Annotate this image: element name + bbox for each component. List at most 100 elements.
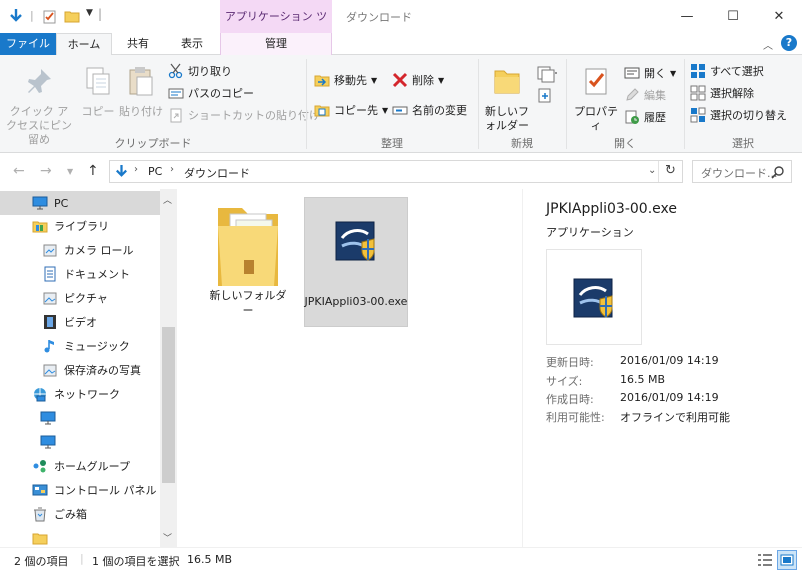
paste-icon (129, 67, 153, 96)
nav-item-music[interactable]: ミュージック (42, 334, 130, 358)
large-icons-view-button[interactable] (777, 550, 797, 570)
nav-item-videos[interactable]: ビデオ (42, 310, 97, 334)
move-to-icon (314, 75, 330, 87)
back-arrow-icon[interactable]: ← (13, 163, 25, 179)
address-dropdown-icon[interactable]: ⌄ (648, 165, 656, 176)
copy-to-button[interactable]: コピー先 ▼ (314, 100, 388, 120)
select-none-button[interactable]: 選択解除 (690, 83, 754, 103)
select-none-icon (690, 85, 706, 101)
breadcrumb-separator-icon[interactable]: › (170, 164, 174, 175)
history-icon (625, 110, 639, 124)
scroll-up-icon[interactable]: ︿ (163, 193, 172, 206)
rename-button[interactable]: 名前の変更 (392, 100, 467, 120)
camera-roll-icon (43, 244, 57, 257)
edit-button[interactable]: 編集 (624, 85, 666, 105)
edit-pencil-icon (626, 88, 639, 101)
monitor-icon (32, 196, 48, 210)
new-folder-icon[interactable] (64, 8, 80, 24)
recent-locations-icon[interactable]: ▼ (67, 167, 73, 176)
forward-arrow-icon[interactable]: → (40, 163, 52, 179)
select-all-button[interactable]: すべて選択 (690, 61, 764, 81)
folder-icon (32, 533, 48, 545)
detail-key: サイズ: (546, 375, 583, 388)
status-size: 16.5 MB (187, 553, 233, 566)
scroll-down-icon[interactable]: ﹀ (163, 531, 172, 544)
new-item-button[interactable] (536, 65, 558, 86)
invert-selection-label: 選択の切り替え (710, 109, 787, 122)
download-arrow-icon[interactable] (8, 8, 24, 24)
nav-scrollbar-thumb[interactable] (162, 327, 175, 483)
nav-label: ライブラリ (54, 220, 109, 233)
easy-access-button[interactable] (536, 87, 558, 108)
breadcrumb-downloads[interactable]: ダウンロード (184, 165, 250, 181)
detail-value: 2016/01/09 14:19 (620, 354, 719, 367)
customize-qat-icon[interactable]: ▼ (86, 8, 93, 18)
tab-home[interactable]: ホーム (56, 33, 112, 56)
up-arrow-icon[interactable]: ↑ (87, 163, 99, 179)
ribbon: クイック アクセスにピン留め コピー 貼り付け 切り取り パスのコピー ショート… (0, 55, 802, 153)
nav-item-network-computer-1[interactable] (40, 406, 62, 430)
address-bar[interactable]: › PC › ダウンロード ⌄ ↻ (109, 160, 683, 183)
nav-item-pictures[interactable]: ピクチャ (42, 286, 108, 310)
maximize-button[interactable]: ☐ (710, 0, 756, 33)
open-button[interactable]: 開く ▼ (624, 63, 676, 83)
cut-button[interactable]: 切り取り (168, 61, 232, 81)
tab-manage[interactable]: 管理 (220, 33, 332, 55)
open-label: 開く (644, 67, 666, 80)
dropdown-arrow-icon: ▼ (438, 75, 445, 85)
nav-item-network-computer-2[interactable] (40, 430, 62, 454)
paste-shortcut-icon (170, 108, 182, 123)
video-film-icon (44, 315, 56, 329)
tab-view[interactable]: 表示 (164, 33, 220, 55)
nav-item-camera-roll[interactable]: カメラ ロール (42, 238, 134, 262)
details-view-icon[interactable] (757, 552, 773, 568)
history-button[interactable]: 履歴 (624, 107, 666, 127)
file-item-folder[interactable]: 新しいフォルダー (206, 200, 290, 318)
ribbon-collapse-icon[interactable]: ︿ (763, 37, 773, 52)
tab-file[interactable]: ファイル (0, 33, 56, 55)
rename-icon (392, 106, 408, 115)
nav-item-documents[interactable]: ドキュメント (42, 262, 130, 286)
properties-check-icon[interactable] (42, 8, 58, 24)
close-button[interactable]: ✕ (756, 0, 802, 33)
paste-shortcut-button[interactable]: ショートカットの貼り付け (168, 105, 320, 125)
dropdown-arrow-icon: ▼ (371, 75, 378, 85)
context-tab-header: アプリケーション ツール (220, 0, 332, 57)
nav-item-homegroup[interactable]: ホームグループ (32, 454, 130, 478)
nav-item-control-panel[interactable]: コントロール パネル (32, 478, 157, 502)
new-folder-icon (494, 70, 520, 94)
search-icon[interactable] (771, 165, 785, 179)
copy-path-button[interactable]: パスのコピー (168, 83, 254, 103)
properties-button[interactable]: プロパティ (570, 65, 622, 133)
history-label: 履歴 (644, 111, 666, 124)
search-box[interactable]: ダウンロード... (692, 160, 792, 183)
copy-button[interactable]: コピー (80, 65, 116, 119)
large-icons-view-icon (780, 554, 794, 566)
properties-label: プロパティ (574, 105, 618, 132)
homegroup-icon (33, 460, 46, 473)
refresh-icon[interactable]: ↻ (665, 163, 676, 178)
delete-button[interactable]: 削除 ▼ (392, 70, 444, 90)
new-folder-button[interactable]: 新しいフォルダー (484, 65, 530, 133)
nav-item-saved-pictures[interactable]: 保存済みの写真 (42, 358, 141, 382)
preview-filename: JPKIAppli03-00.exe (546, 201, 677, 217)
breadcrumb-pc[interactable]: PC (148, 165, 162, 178)
breadcrumb-separator-icon[interactable]: › (134, 164, 138, 175)
nav-label: ネットワーク (54, 388, 120, 401)
new-folder-label: 新しいフォルダー (485, 105, 529, 132)
invert-selection-button[interactable]: 選択の切り替え (690, 105, 787, 125)
nav-item-network[interactable]: ネットワーク (32, 382, 120, 406)
nav-item-pc[interactable]: PC (32, 191, 68, 215)
nav-item-recycle-bin[interactable]: ごみ箱 (32, 502, 87, 526)
copy-icon (86, 67, 110, 95)
file-item-exe[interactable]: JPKIAppli03-00.exe (304, 216, 408, 309)
nav-label: ビデオ (64, 316, 97, 329)
tab-share[interactable]: 共有 (112, 33, 164, 55)
help-icon[interactable]: ? (781, 35, 797, 51)
nav-selection-highlight (0, 191, 160, 215)
minimize-button[interactable]: — (664, 0, 710, 33)
properties-icon (585, 68, 607, 95)
nav-item-libraries[interactable]: ライブラリ (32, 214, 109, 238)
move-to-button[interactable]: 移動先 ▼ (314, 70, 377, 90)
paste-button[interactable]: 貼り付け (118, 65, 164, 119)
